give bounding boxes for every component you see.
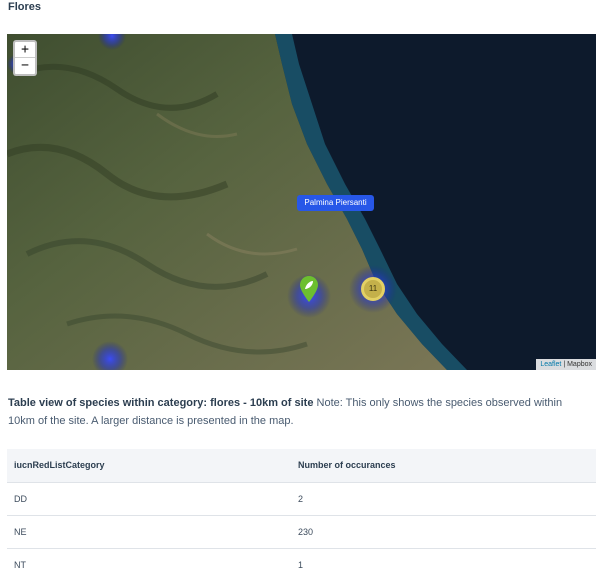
zoom-control: + −: [13, 40, 37, 76]
leaflet-link[interactable]: Leaflet: [540, 361, 561, 368]
count-cell: 2: [298, 494, 304, 504]
section-title: Flores: [8, 1, 42, 13]
map-attribution: Leaflet | Mapbox: [536, 359, 596, 370]
column-header-count[interactable]: Number of occurances: [298, 449, 396, 482]
count-cell: 230: [298, 527, 314, 537]
table-header-row: iucnRedListCategory Number of occurances: [7, 449, 596, 482]
table-row: DD 2: [7, 482, 596, 515]
column-header-category[interactable]: iucnRedListCategory: [14, 449, 105, 482]
mapbox-link[interactable]: Mapbox: [567, 361, 592, 368]
table-row: NT 1: [7, 548, 596, 578]
species-table: iucnRedListCategory Number of occurances…: [7, 449, 596, 578]
species-map[interactable]: + − Palmina Piersanti 11 Leaflet | Mapbo…: [7, 34, 596, 370]
zoom-out-button[interactable]: −: [15, 58, 35, 74]
count-cell: 1: [298, 560, 304, 570]
leaf-map-marker-icon[interactable]: [300, 276, 318, 302]
category-cell: DD: [14, 494, 27, 504]
table-row: NE 230: [7, 515, 596, 548]
table-description-title: Table view of species within category: f…: [8, 397, 314, 409]
zoom-in-button[interactable]: +: [15, 42, 35, 58]
table-description: Table view of species within category: f…: [8, 394, 592, 430]
observation-cluster[interactable]: 11: [361, 277, 385, 301]
site-tooltip: Palmina Piersanti: [297, 195, 374, 211]
category-cell: NE: [14, 527, 27, 537]
category-cell: NT: [14, 560, 26, 570]
